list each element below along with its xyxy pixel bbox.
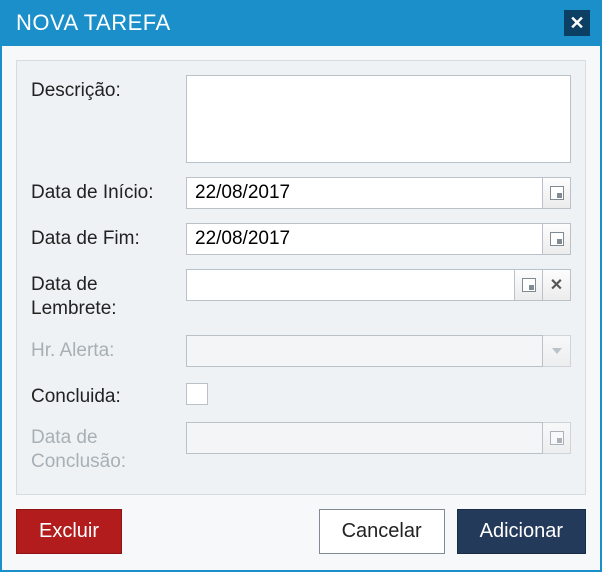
new-task-dialog: NOVA TAREFA ✕ Descrição: Data de Início: (0, 0, 602, 572)
right-buttons: Cancelar Adicionar (319, 509, 586, 554)
row-concluida: Concluida: (31, 381, 571, 409)
calendar-icon (550, 431, 564, 445)
concluida-checkbox[interactable] (186, 383, 208, 405)
data-conclusao-picker-button (543, 422, 571, 454)
excluir-button[interactable]: Excluir (16, 509, 122, 554)
row-data-fim: Data de Fim: (31, 223, 571, 255)
data-inicio-input[interactable] (186, 177, 543, 209)
row-data-conclusao: Data de Conclusão: (31, 422, 571, 474)
hr-alerta-select (186, 335, 543, 367)
row-descricao: Descrição: (31, 75, 571, 163)
data-fim-input[interactable] (186, 223, 543, 255)
data-fim-picker-button[interactable] (543, 223, 571, 255)
row-data-inicio: Data de Início: (31, 177, 571, 209)
calendar-icon (550, 186, 564, 200)
calendar-icon (550, 232, 564, 246)
data-conclusao-input (186, 422, 543, 454)
titlebar: NOVA TAREFA ✕ (2, 2, 600, 46)
button-bar: Excluir Cancelar Adicionar (16, 495, 586, 554)
data-lembrete-input[interactable] (186, 269, 515, 301)
chevron-down-icon (552, 348, 562, 354)
data-lembrete-clear-button[interactable]: ✕ (543, 269, 571, 301)
label-data-inicio: Data de Início: (31, 177, 186, 205)
clear-icon: ✕ (550, 275, 563, 295)
label-data-conclusao: Data de Conclusão: (31, 422, 186, 474)
dialog-title: NOVA TAREFA (16, 10, 171, 36)
close-icon: ✕ (569, 13, 584, 34)
descricao-input[interactable] (186, 75, 571, 163)
row-hr-alerta: Hr. Alerta: (31, 335, 571, 367)
data-lembrete-picker-button[interactable] (515, 269, 543, 301)
label-data-fim: Data de Fim: (31, 223, 186, 251)
adicionar-button[interactable]: Adicionar (457, 509, 586, 554)
label-hr-alerta: Hr. Alerta: (31, 335, 186, 363)
hr-alerta-dropdown-button (543, 335, 571, 367)
label-concluida: Concluida: (31, 381, 186, 409)
cancelar-button[interactable]: Cancelar (319, 509, 445, 554)
close-button[interactable]: ✕ (564, 10, 590, 36)
data-inicio-picker-button[interactable] (543, 177, 571, 209)
calendar-icon (522, 278, 536, 292)
dialog-content: Descrição: Data de Início: Data de Fim: (2, 46, 600, 570)
label-data-lembrete: Data de Lembrete: (31, 269, 186, 321)
label-descricao: Descrição: (31, 75, 186, 103)
row-data-lembrete: Data de Lembrete: ✕ (31, 269, 571, 321)
form-area: Descrição: Data de Início: Data de Fim: (16, 60, 586, 495)
